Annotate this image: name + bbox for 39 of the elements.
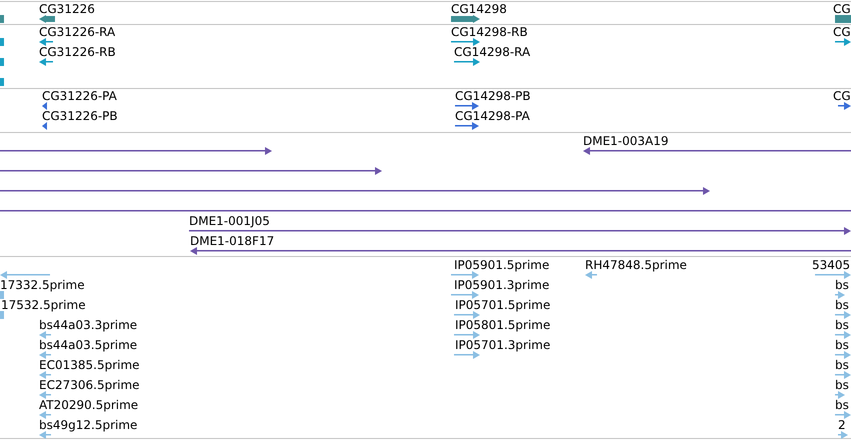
feature-label: bs44a03.3prime (39, 319, 138, 331)
feature-label: bs (835, 379, 849, 391)
feature-label: CG (833, 90, 851, 102)
feature-label: CG31226-PB (42, 110, 118, 122)
feature-label: CG14298-RB (451, 26, 528, 38)
feature-label: RH47848.5prime (585, 259, 687, 271)
feature-label: bs (835, 279, 849, 291)
feature-label: 2 (838, 419, 846, 431)
feature-label: CG31226 (39, 3, 95, 15)
feature-label: IP05701.3prime (455, 339, 550, 351)
feature-label: bs (835, 339, 849, 351)
feature-label: bs44a03.5prime (39, 339, 138, 351)
feature-label: AT20290.5prime (39, 399, 138, 411)
feature-label: EC27306.5prime (39, 379, 140, 391)
feature-label: bs (835, 399, 849, 411)
feature-label: DME1-018F17 (190, 235, 274, 247)
feature-label: CG14298-PA (455, 110, 530, 122)
feature-label: IP05701.5prime (455, 299, 550, 311)
feature-label: bs (835, 299, 849, 311)
feature-label: DME1-003A19 (583, 135, 669, 147)
feature-label: CG31226-RA (39, 26, 116, 38)
feature-label: IP05901.3prime (454, 279, 550, 291)
feature-label: 53405 (812, 259, 850, 271)
feature-label: CG (833, 26, 851, 38)
feature-label: DME1-001J05 (189, 215, 270, 227)
feature-label: CG14298-RA (454, 46, 530, 58)
feature-label: IP05901.5prime (454, 259, 550, 271)
feature-label: 17532.5prime (1, 299, 86, 311)
feature-label: 17332.5prime (0, 279, 85, 291)
feature-label: CG14298-PB (455, 90, 531, 102)
feature-label: bs49g12.5prime (39, 419, 138, 431)
feature-label: CG31226-RB (39, 46, 116, 58)
feature-label: bs (835, 319, 849, 331)
feature-label: CG31226-PA (42, 90, 117, 102)
feature-label: EC01385.5prime (39, 359, 140, 371)
feature-label: CG (833, 3, 851, 15)
feature-label: bs (835, 359, 849, 371)
feature-label: IP05801.5prime (455, 319, 550, 331)
feature-label: CG14298 (451, 3, 507, 15)
